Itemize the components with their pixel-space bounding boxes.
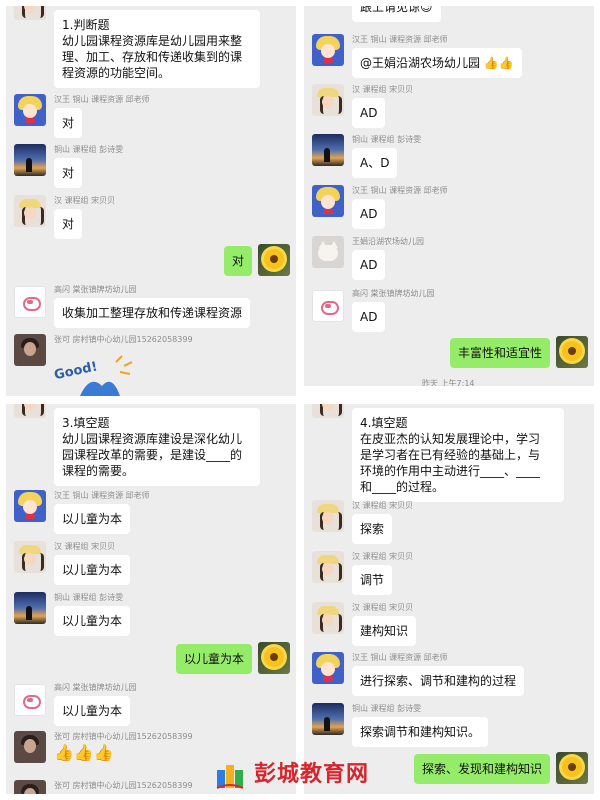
pig-avatar[interactable]: [14, 684, 46, 716]
message-bubble[interactable]: 对: [54, 108, 83, 138]
sender-name: 王娟沿湖农场幼儿园: [352, 237, 424, 246]
message-bubble[interactable]: 进行探索、调节和建构的过程: [352, 666, 525, 696]
self-message-bubble[interactable]: 探索、发现和建构知识: [413, 754, 550, 784]
question-bubble[interactable]: 3.填空题 幼儿园课程资源库建设是深化幼儿 园课程改革的需要，是建设____的 …: [54, 408, 260, 486]
sunflower-avatar[interactable]: [556, 752, 588, 784]
sender-name: 张可 房村镇中心幼儿园15262058399: [54, 732, 193, 741]
sender-name: 张可 房村镇中心幼儿园15262058399: [54, 781, 193, 790]
girl-avatar[interactable]: [14, 541, 46, 573]
sailor-avatar[interactable]: [312, 652, 344, 684]
message-bubble[interactable]: 对: [54, 209, 83, 239]
self-message-bubble[interactable]: 丰富性和适宜性: [449, 338, 550, 368]
sender-name: 张可 房村镇中心幼儿园15262058399: [54, 335, 193, 344]
sunflower-avatar[interactable]: [258, 642, 290, 674]
girl-avatar[interactable]: [312, 602, 344, 634]
sunflower-avatar[interactable]: [556, 336, 588, 368]
chat-panel-question-3: 3.填空题 幼儿园课程资源库建设是深化幼儿 园课程改革的需要，是建设____的 …: [6, 404, 296, 794]
sailor-avatar[interactable]: [14, 490, 46, 522]
message-bubble[interactable]: 以儿童为本: [54, 504, 131, 534]
message-bubble[interactable]: 跟上请见谅😉: [352, 6, 441, 22]
sunset-avatar[interactable]: [14, 144, 46, 176]
question-bubble[interactable]: 4.填空题 在皮亚杰的认知发展理论中，学习 是学习者在已有经验的基础上，与 环境…: [352, 408, 564, 502]
girl-avatar[interactable]: [312, 404, 344, 418]
dark-avatar[interactable]: [14, 334, 46, 366]
message-bubble[interactable]: 探索: [352, 514, 393, 544]
message-bubble[interactable]: 以儿童为本: [54, 696, 131, 726]
sender-name: 汉王 铜山 课程资源 邱老师: [54, 491, 150, 500]
chat-panel-question-2: 跟上请见谅😉 汉王 铜山 课程资源 邱老师 @王娟沿湖农场幼儿园 👍👍 汉 课程…: [304, 6, 594, 386]
message-bubble[interactable]: 以儿童为本: [54, 555, 131, 585]
good-sticker-text: Good!: [53, 359, 99, 383]
message-bubble[interactable]: AD: [352, 98, 386, 128]
sender-name: 高闪 棠张镇牌坊幼儿园: [352, 289, 435, 298]
question-bubble[interactable]: 1.判断题 幼儿园课程资源库是幼儿园用来整 理、加工、存放和传递收集到的课 程资…: [54, 10, 260, 88]
girl-avatar[interactable]: [14, 6, 46, 20]
sailor-avatar[interactable]: [14, 94, 46, 126]
sender-name: 汉王 铜山 课程资源 邱老师: [54, 95, 150, 104]
girl-avatar[interactable]: [312, 84, 344, 116]
message-bubble[interactable]: 以儿童为本: [54, 606, 131, 636]
message-bubble[interactable]: @王娟沿湖农场幼儿园 👍👍: [352, 48, 522, 78]
message-bubble[interactable]: AD: [352, 250, 386, 280]
message-bubble[interactable]: 收集加工整理存放和传递课程资源: [54, 298, 251, 328]
self-message-bubble[interactable]: 对: [223, 246, 252, 276]
girl-avatar[interactable]: [312, 500, 344, 532]
pig-avatar[interactable]: [14, 286, 46, 318]
timestamp: 昨天 上午7:14: [422, 379, 475, 386]
sender-name: 铜山 课程组 彭诗雯: [352, 704, 422, 713]
sender-name: 铜山 课程组 彭诗雯: [54, 593, 124, 602]
message-bubble[interactable]: A、D: [352, 148, 398, 178]
sender-name: 铜山 课程组 彭诗雯: [54, 145, 124, 154]
sender-name: 汉王 铜山 课程资源 邱老师: [352, 35, 448, 44]
girl-avatar[interactable]: [14, 195, 46, 227]
sender-name: 汉 课程组 宋贝贝: [54, 542, 116, 551]
girl-avatar[interactable]: [312, 551, 344, 583]
message-bubble[interactable]: AD: [352, 302, 386, 332]
site-watermark: 彭城教育网: [214, 756, 392, 796]
sender-name: 汉王 铜山 课程资源 邱老师: [352, 653, 448, 662]
chat-panel-question-4: 4.填空题 在皮亚杰的认知发展理论中，学习 是学习者在已有经验的基础上，与 环境…: [304, 404, 594, 794]
sunflower-avatar[interactable]: [258, 244, 290, 276]
sender-name: 汉 课程组 宋贝贝: [352, 552, 414, 561]
sender-name: 汉王 铜山 课程资源 邱老师: [352, 186, 448, 195]
dark-avatar[interactable]: [14, 731, 46, 763]
chat-panel-question-1: 1.判断题 幼儿园课程资源库是幼儿园用来整 理、加工、存放和传递收集到的课 程资…: [6, 6, 296, 396]
message-bubble[interactable]: 调节: [352, 565, 393, 595]
cat-avatar[interactable]: [312, 236, 344, 268]
sender-name: 汉 课程组 宋贝贝: [352, 603, 414, 612]
sender-name: 汉 课程组 宋贝贝: [352, 85, 414, 94]
sender-name: 高闪 棠张镇牌坊幼儿园: [54, 683, 137, 692]
sunset-avatar[interactable]: [14, 592, 46, 624]
good-sticker-image[interactable]: Good!: [50, 352, 140, 396]
message-bubble[interactable]: 对: [54, 158, 83, 188]
sunset-avatar[interactable]: [312, 703, 344, 735]
sunset-avatar[interactable]: [312, 134, 344, 166]
sender-name: 汉 课程组 宋贝贝: [54, 196, 116, 205]
dark-avatar[interactable]: [14, 780, 46, 794]
sailor-avatar[interactable]: [312, 185, 344, 217]
sender-name: 高闪 棠张镇牌坊幼儿园: [54, 285, 137, 294]
sender-name: 汉 课程组 宋贝贝: [352, 501, 414, 510]
self-message-bubble[interactable]: 以儿童为本: [175, 644, 252, 674]
message-bubble[interactable]: 探索调节和建构知识。: [352, 717, 489, 747]
sailor-avatar[interactable]: [312, 34, 344, 66]
watermark-text: 彭城教育网: [254, 762, 370, 787]
girl-avatar[interactable]: [14, 404, 46, 418]
sender-name: 铜山 课程组 彭诗雯: [352, 135, 422, 144]
thumbs-up-emoji-row[interactable]: 👍👍👍: [54, 743, 114, 763]
watermark-logo-icon: [214, 760, 246, 792]
pig-avatar[interactable]: [312, 290, 344, 322]
message-bubble[interactable]: 建构知识: [352, 616, 417, 646]
message-bubble[interactable]: AD: [352, 199, 386, 229]
